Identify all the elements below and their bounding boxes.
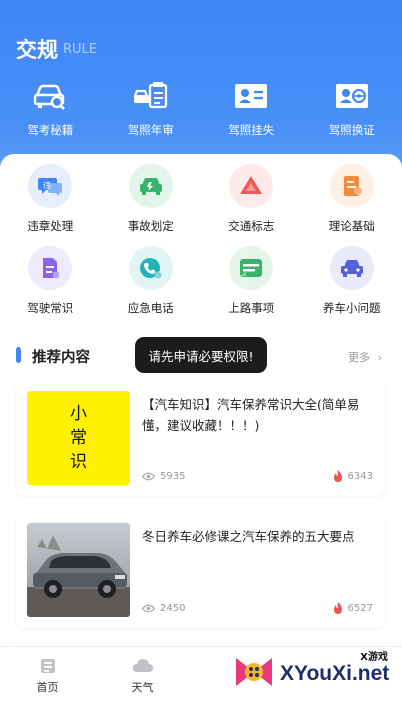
post-title: 冬日养车必修课之汽车保养的五大要点 — [142, 529, 355, 544]
top-nav-label: 驾考秘籍 — [27, 123, 74, 137]
post-hot: 6527 — [333, 602, 373, 614]
section-title: 推荐内容 — [32, 350, 90, 366]
tab-label: 首页 — [36, 681, 59, 694]
traffic-sign-icon — [229, 164, 274, 208]
section-accent-bar — [16, 347, 21, 363]
id-card-icon — [231, 78, 271, 114]
top-nav-report-lost[interactable]: 驾照挂失 — [201, 78, 302, 138]
grid-item-label: 养车小问题 — [323, 301, 381, 315]
tab-weather[interactable]: 天气 — [95, 647, 190, 702]
car-care-icon — [329, 246, 374, 290]
grid-item-traffic-sign[interactable]: 交通标志 — [201, 164, 302, 246]
watermark-tag: X游戏 — [360, 652, 388, 663]
emergency-phone-icon — [128, 246, 173, 290]
top-nav-label: 驾照挂失 — [228, 123, 275, 137]
top-nav-annual-review[interactable]: 驾照年审 — [101, 78, 202, 138]
hot-count: 6343 — [347, 470, 373, 482]
post-thumbnail: 小 常 识 — [27, 391, 130, 485]
grid-item-road-notes[interactable]: 上路事项 — [201, 246, 302, 328]
post-card[interactable]: 小 常 识 【汽车知识】汽车保养常识大全(简单易懂，建议收藏！！！) 5935 … — [16, 380, 385, 496]
car-search-icon — [30, 78, 70, 114]
hot-count: 6527 — [347, 602, 373, 614]
feature-grid: 违 违章处理 事故划定 交通标志 理论基础 驾驶常识 应急电话 上路事项 养车小… — [0, 164, 402, 328]
post-title: 【汽车知识】汽车保养常识大全(简单易懂，建议收藏！！！) — [142, 397, 360, 433]
post-views: 5935 — [142, 471, 185, 482]
page-subtitle: RULE — [63, 42, 98, 57]
post-views: 2450 — [142, 603, 185, 614]
views-count: 2450 — [160, 603, 186, 614]
grid-item-label: 事故划定 — [127, 219, 174, 233]
license-review-icon — [131, 78, 171, 114]
post-thumbnail — [27, 523, 130, 617]
grid-item-label: 交通标志 — [228, 219, 275, 233]
eye-icon — [142, 472, 155, 481]
accident-car-icon — [128, 164, 173, 208]
grid-item-driving-knowledge[interactable]: 驾驶常识 — [0, 246, 101, 328]
post-card[interactable]: 冬日养车必修课之汽车保养的五大要点 2450 6527 — [16, 512, 385, 628]
weather-cloud-icon — [132, 659, 153, 672]
grid-item-label: 违章处理 — [27, 219, 74, 233]
grid-item-label: 上路事项 — [228, 301, 275, 315]
thumb-char: 小 — [70, 404, 87, 424]
more-label: 更多 — [348, 351, 371, 364]
grid-item-theory[interactable]: 理论基础 — [302, 164, 402, 246]
top-nav-exam-tips[interactable]: 驾考秘籍 — [0, 78, 101, 138]
flame-icon — [333, 602, 342, 614]
top-nav-renew[interactable]: 驾照换证 — [302, 78, 402, 138]
tab-label: 天气 — [131, 681, 154, 694]
theory-book-icon — [329, 164, 374, 208]
post-hot: 6343 — [333, 470, 373, 482]
watermark-logo-icon — [236, 658, 272, 686]
grid-item-label: 理论基础 — [328, 219, 375, 233]
top-nav: 驾考秘籍 驾照年审 驾照挂失 驾照换证 — [0, 78, 402, 138]
flame-icon — [333, 470, 342, 482]
svg-text:违: 违 — [43, 181, 51, 190]
site-watermark: X游戏 XYouXi.net — [232, 646, 402, 702]
top-nav-label: 驾照年审 — [127, 123, 174, 137]
chevron-right-icon: › — [377, 351, 382, 364]
grid-item-label: 驾驶常识 — [27, 301, 74, 315]
grid-item-emergency-call[interactable]: 应急电话 — [101, 246, 202, 328]
license-renew-icon — [332, 78, 372, 114]
views-count: 5935 — [160, 471, 186, 482]
tab-home[interactable]: 首页 — [0, 647, 95, 702]
top-nav-label: 驾照换证 — [328, 123, 375, 137]
grid-item-violation[interactable]: 违 违章处理 — [0, 164, 101, 246]
road-notes-icon — [229, 246, 274, 290]
more-link[interactable]: 更多 › — [348, 349, 382, 365]
thumb-char: 识 — [70, 452, 87, 472]
grid-item-label: 应急电话 — [127, 301, 174, 315]
grid-item-accident[interactable]: 事故划定 — [101, 164, 202, 246]
home-icon — [40, 659, 55, 673]
driving-doc-icon — [28, 246, 73, 290]
watermark-text: XYouXi.net — [280, 662, 390, 685]
page-title: 交规 — [16, 38, 58, 62]
eye-icon — [142, 604, 155, 613]
thumb-char: 常 — [70, 428, 87, 448]
violation-chat-icon: 违 — [28, 164, 73, 208]
grid-item-car-care[interactable]: 养车小问题 — [302, 246, 402, 328]
permission-toast: 请先申请必要权限! — [135, 337, 267, 373]
